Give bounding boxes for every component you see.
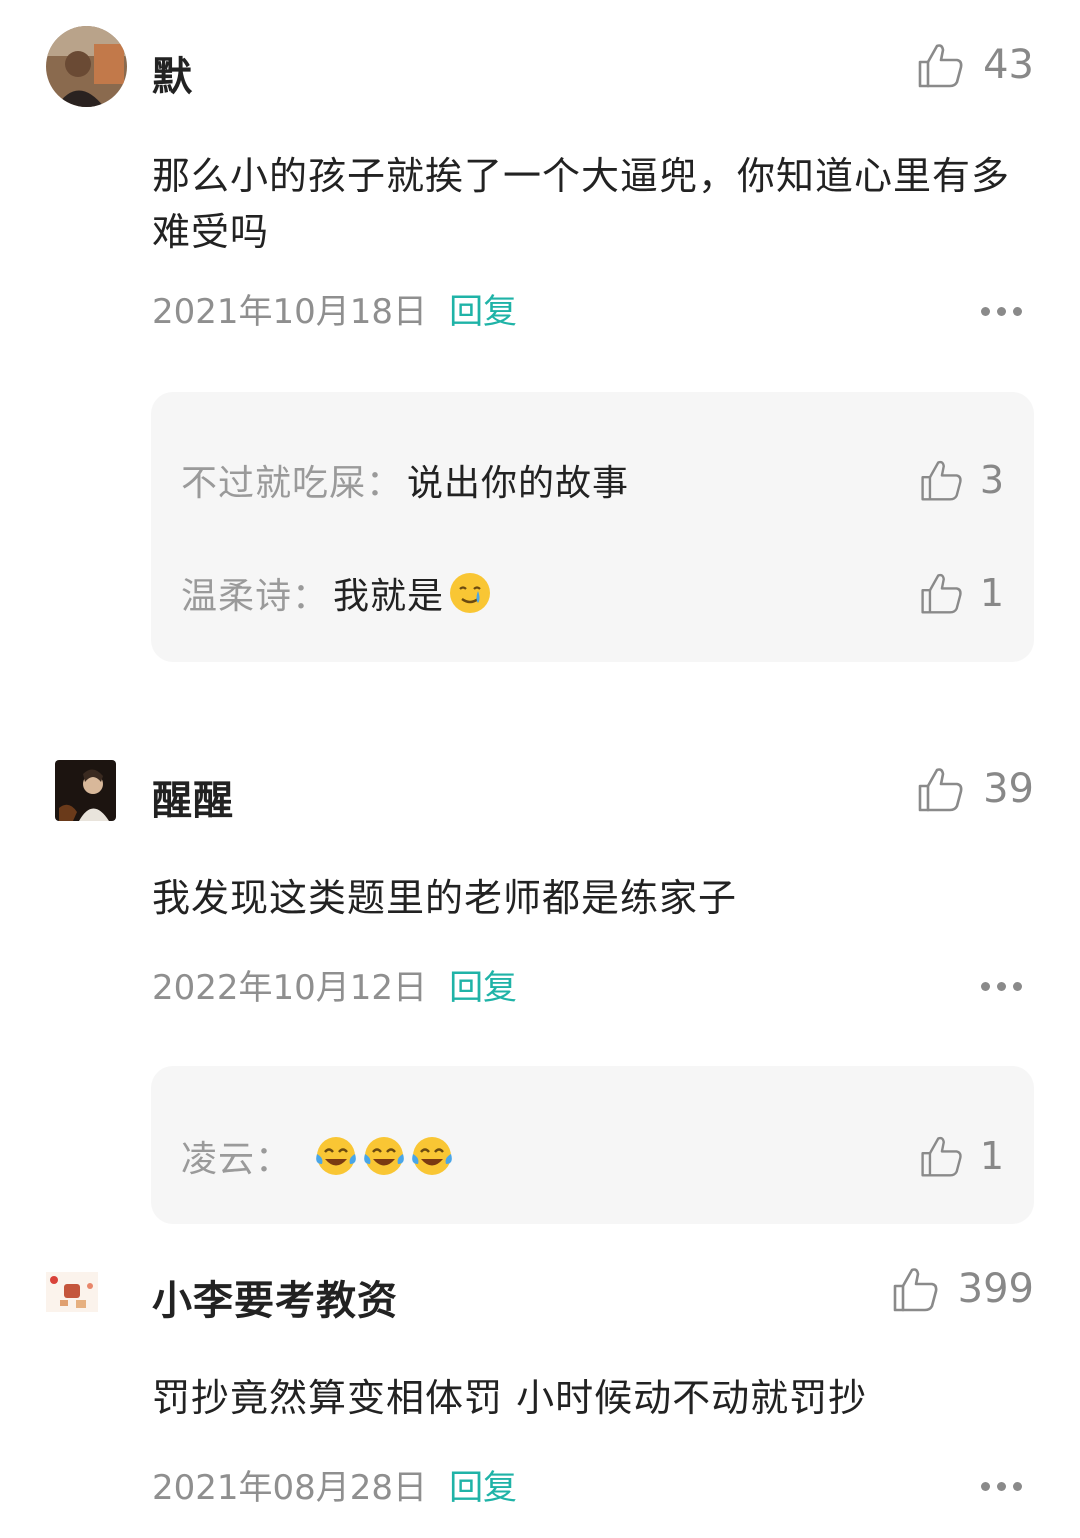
more-options-button[interactable] — [981, 982, 1022, 991]
comment-date: 2021年08月28日 — [152, 1468, 428, 1508]
reply-item[interactable]: 温柔诗： 我就是 1 — [181, 567, 1004, 619]
more-options-button[interactable] — [981, 1482, 1022, 1491]
dot-icon — [1013, 307, 1022, 316]
comment-text: 罚抄竟然算变相体罚 小时候动不动就罚抄 — [152, 1376, 868, 1420]
comment-text: 我发现这类题里的老师都是练家子 — [152, 876, 738, 920]
reply-text-content: 我就是 — [333, 576, 445, 617]
dot-icon — [997, 307, 1006, 316]
tears-of-joy-emoji-icon — [316, 1137, 356, 1175]
thumbs-up-icon — [921, 573, 962, 614]
comment-date: 2022年10月12日 — [152, 968, 428, 1008]
comment-date: 2021年10月18日 — [152, 292, 428, 332]
reply-author[interactable]: 不过就吃屎： — [181, 454, 403, 506]
reply-author[interactable]: 温柔诗： — [181, 567, 329, 619]
reply-list: 凌云： 1 — [151, 1066, 1034, 1224]
reply-like-count: 1 — [979, 1134, 1004, 1178]
crying-smile-emoji-icon — [450, 573, 491, 613]
like-button[interactable]: 43 — [915, 40, 1034, 90]
reply-text: 说出你的故事 — [407, 463, 630, 504]
dot-icon — [981, 982, 990, 991]
dot-icon — [997, 1482, 1006, 1491]
comment-meta: 2021年08月28日 回复 — [152, 1460, 517, 1509]
dot-icon — [1013, 1482, 1022, 1491]
like-count: 399 — [957, 1266, 1034, 1312]
dot-icon — [997, 982, 1006, 991]
reply-item[interactable]: 凌云： 1 — [181, 1130, 1004, 1182]
like-count: 43 — [983, 42, 1034, 88]
reply-button[interactable]: 回复 — [449, 1460, 517, 1509]
thumbs-up-icon — [893, 1268, 938, 1312]
comment-meta: 2022年10月12日 回复 — [152, 960, 517, 1009]
reply-text: 我就是 — [333, 567, 492, 619]
username[interactable]: 默 — [152, 44, 193, 102]
like-button[interactable]: 39 — [915, 764, 1034, 814]
comment-text: 那么小的孩子就挨了一个大逼兜，你知道心里有多难受吗 — [152, 154, 1011, 254]
reply-like-button[interactable]: 3 — [918, 457, 1004, 503]
reply-text — [310, 1134, 454, 1178]
like-button[interactable]: 399 — [890, 1264, 1034, 1314]
reply-button[interactable]: 回复 — [449, 960, 517, 1009]
comment-meta: 2021年10月18日 回复 — [152, 284, 517, 333]
tears-of-joy-emoji-icon — [364, 1137, 404, 1175]
more-options-button[interactable] — [981, 307, 1022, 316]
username[interactable]: 小李要考教资 — [152, 1268, 398, 1326]
avatar[interactable] — [46, 26, 127, 107]
reply-button[interactable]: 回复 — [449, 284, 517, 333]
thumbs-up-icon — [921, 1136, 962, 1177]
thumbs-up-icon — [921, 460, 962, 501]
reply-list: 不过就吃屎： 说出你的故事 3 温柔诗： 我就是 1 — [151, 392, 1034, 662]
username[interactable]: 醒醒 — [152, 768, 234, 826]
reply-like-count: 3 — [979, 458, 1004, 502]
reply-author[interactable]: 凌云： — [181, 1130, 292, 1182]
like-count: 39 — [983, 766, 1034, 812]
thumbs-up-icon — [918, 44, 963, 88]
avatar[interactable] — [55, 760, 116, 821]
dot-icon — [1013, 982, 1022, 991]
reply-like-button[interactable]: 1 — [918, 570, 1004, 616]
dot-icon — [981, 307, 990, 316]
reply-item[interactable]: 不过就吃屎： 说出你的故事 3 — [181, 454, 1004, 506]
dot-icon — [981, 1482, 990, 1491]
tears-of-joy-emoji-icon — [412, 1137, 452, 1175]
reply-like-count: 1 — [979, 571, 1004, 615]
thumbs-up-icon — [918, 768, 963, 812]
reply-like-button[interactable]: 1 — [918, 1133, 1004, 1179]
avatar[interactable] — [46, 1272, 98, 1312]
